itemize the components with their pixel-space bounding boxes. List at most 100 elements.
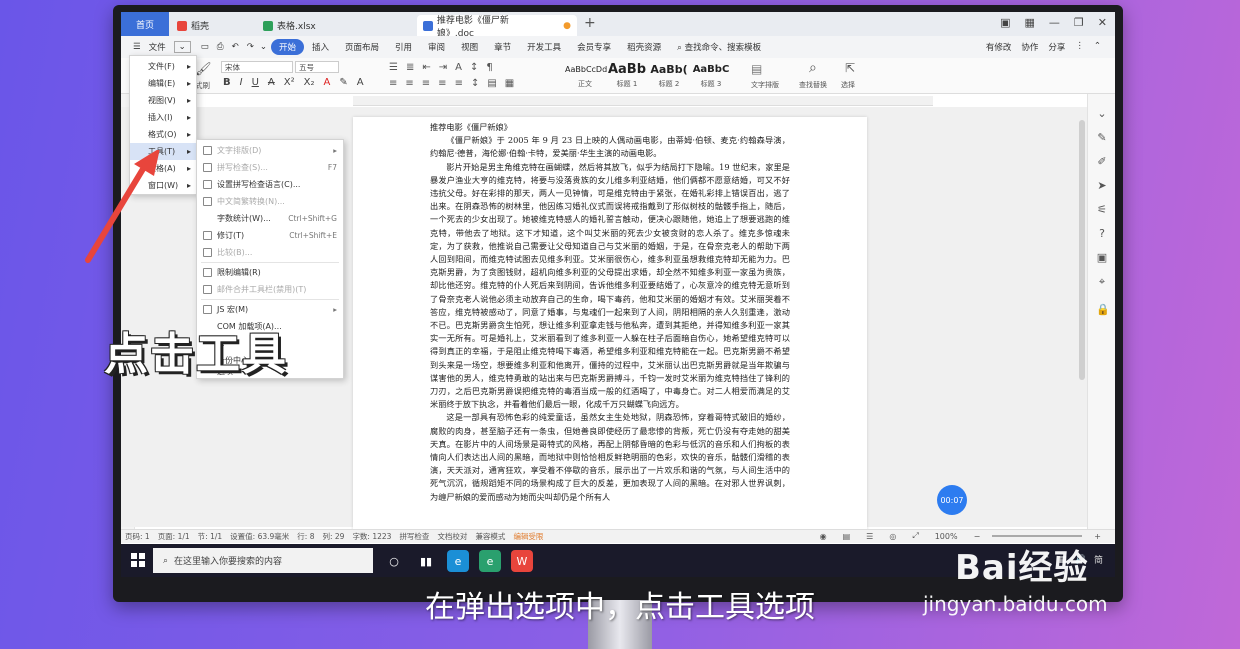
align-right-icon[interactable]: ≡ (422, 78, 430, 89)
tools-restrict-edit[interactable]: 限制编辑(R) (197, 264, 343, 281)
tools-spell-language[interactable]: 设置拼写检查语言(C)... (197, 176, 343, 193)
task-view-icon[interactable]: ○ (383, 550, 405, 572)
save-icon[interactable]: ▭ (197, 42, 213, 52)
indent-icon[interactable]: ⇥ (439, 62, 447, 73)
highlight-icon[interactable]: ✎ (339, 77, 347, 88)
menu-home[interactable]: 开始 (270, 39, 304, 55)
menu-view[interactable]: 视图 (453, 41, 486, 53)
zoom-in-icon[interactable]: + (1090, 532, 1105, 541)
text-layout-icon[interactable]: ▤ (751, 62, 762, 76)
menu-references[interactable]: 引用 (387, 41, 420, 53)
style-heading-3[interactable]: AaBbC 标题 3 (691, 61, 731, 91)
grid-icon[interactable]: ▦ (1025, 16, 1035, 29)
browser-icon[interactable]: e (447, 550, 469, 572)
select-cursor-icon[interactable]: ⇱ (845, 61, 855, 75)
menu-file[interactable]: 文件 (149, 41, 174, 53)
edge-icon[interactable]: e (479, 550, 501, 572)
modified-button[interactable]: 有修改 (986, 41, 1012, 53)
quick-access-more-icon[interactable]: ⌄ (258, 42, 271, 52)
tools-track-changes[interactable]: 修订(T) Ctrl+Shift+E (197, 227, 343, 244)
hamburger-icon[interactable]: ☰ (121, 42, 149, 52)
lock-icon[interactable]: 🔒 (1096, 304, 1110, 316)
tools-mail-merge[interactable]: 邮件合并工具栏(禁用)(T) (197, 281, 343, 298)
bullet-list-icon[interactable]: ☰ (389, 62, 398, 73)
outline-view-icon[interactable]: ☰ (862, 532, 877, 541)
status-proofread[interactable]: 文档校对 (433, 531, 471, 542)
find-replace-label[interactable]: 查找替换 (799, 80, 827, 90)
menu1-file[interactable]: 文件(F) ▸ (130, 58, 196, 75)
tools-text-layout[interactable]: 文字排版(D) ▸ (197, 142, 343, 159)
clear-format-icon[interactable]: A (357, 77, 364, 88)
show-marks-icon[interactable]: ¶ (486, 62, 492, 73)
select-label[interactable]: 选择 (841, 80, 855, 90)
tab-daoke[interactable]: 稻壳 (171, 15, 257, 36)
menu1-view[interactable]: 视图(V) ▸ (130, 92, 196, 109)
cursor-icon[interactable]: ➤ (1096, 180, 1108, 192)
share-button[interactable]: 分享 (1048, 41, 1065, 53)
tools-spell-check[interactable]: 拼写检查(S)... F7 (197, 159, 343, 176)
input-method[interactable]: 简 (1094, 553, 1103, 566)
tools-chinese-convert[interactable]: 中文简繁转换(N)... (197, 193, 343, 210)
collapse-ribbon-icon[interactable]: ⌃ (1094, 41, 1101, 53)
redo-icon[interactable]: ↷ (243, 42, 258, 52)
text-layout-label[interactable]: 文字排版 (751, 80, 779, 90)
command-search[interactable]: ⌕ 查找命令、搜索模板 (669, 41, 769, 53)
font-color-icon[interactable]: A (323, 77, 330, 88)
tab-spreadsheet[interactable]: 表格.xlsx (257, 15, 407, 36)
image-icon[interactable]: ▣ (1096, 252, 1108, 264)
status-word-count[interactable]: 字数: 1223 (348, 531, 395, 542)
layout-icon[interactable]: ▣ (1000, 16, 1010, 29)
status-edit-restricted[interactable]: 编辑受限 (509, 531, 547, 542)
chevron-down-icon[interactable]: ⌄ (173, 41, 191, 53)
menu-section[interactable]: 章节 (486, 41, 519, 53)
tools-word-count[interactable]: 字数统计(W)... Ctrl+Shift+G (197, 210, 343, 227)
format-painter-icon[interactable]: 🖌 (195, 62, 212, 77)
italic-icon[interactable]: I (240, 77, 243, 88)
more-icon[interactable]: ⋮ (1075, 41, 1084, 53)
new-tab-icon[interactable]: + (584, 15, 596, 31)
status-spell-check[interactable]: 拼写检查 (395, 531, 433, 542)
widgets-icon[interactable]: ▮▮ (415, 550, 437, 572)
minimize-icon[interactable]: — (1049, 16, 1060, 29)
style-brush-icon[interactable]: ✎ (1096, 132, 1108, 144)
find-replace-icon[interactable]: ⌕ (809, 60, 817, 76)
pen-icon[interactable]: ✐ (1096, 156, 1108, 168)
tools-compare[interactable]: 比较(B)... (197, 244, 343, 261)
style-heading-1[interactable]: AaBb 标题 1 (607, 61, 647, 91)
menu-daoke-resources[interactable]: 稻壳资源 (619, 41, 669, 53)
windows-start-icon[interactable] (131, 553, 145, 567)
undo-icon[interactable]: ↶ (228, 42, 243, 52)
web-view-icon[interactable]: ◎ (885, 532, 900, 541)
zoom-fit-icon[interactable]: ⤢ (908, 531, 922, 541)
document-page[interactable]: 推荐电影《僵尸新娘》 《僵尸新娘》于 2005 年 9 月 23 日上映的人偶动… (353, 117, 867, 537)
print-icon[interactable]: ⎙ (213, 42, 228, 52)
numbered-list-icon[interactable]: ≣ (406, 62, 414, 73)
outdent-icon[interactable]: ⇤ (422, 62, 430, 73)
style-normal[interactable]: AaBbCcDd 正文 (565, 61, 607, 91)
menu1-edit[interactable]: 编辑(E) ▸ (130, 75, 196, 92)
justify-icon[interactable]: ≡ (438, 78, 446, 89)
distribute-icon[interactable]: ≡ (455, 78, 463, 89)
strikethrough-icon[interactable]: A (268, 77, 275, 88)
collaborate-button[interactable]: 协作 (1021, 41, 1038, 53)
vertical-scrollbar[interactable] (1079, 120, 1085, 380)
wps-icon[interactable]: W (511, 550, 533, 572)
adjust-icon[interactable]: ⚟ (1096, 204, 1108, 216)
menu-developer[interactable]: 开发工具 (519, 41, 569, 53)
eye-protect-icon[interactable]: ◉ (816, 532, 831, 541)
bold-icon[interactable]: B (223, 77, 231, 88)
font-size-select[interactable]: 五号 (295, 61, 339, 73)
help-icon[interactable]: ? (1096, 228, 1108, 240)
align-left-icon[interactable]: ≡ (389, 78, 397, 89)
align-center-icon[interactable]: ≡ (405, 78, 413, 89)
font-name-select[interactable]: 宋体 (221, 61, 293, 73)
line-spacing-icon[interactable]: ↕ (471, 78, 479, 89)
border-icon[interactable]: ▦ (505, 78, 514, 89)
superscript-icon[interactable]: X² (284, 77, 295, 88)
menu-insert[interactable]: 插入 (304, 41, 337, 53)
page-view-icon[interactable]: ▤ (839, 532, 855, 541)
tab-home[interactable]: 首页 (121, 12, 169, 36)
zoom-slider[interactable] (992, 535, 1083, 537)
menu-review[interactable]: 审阅 (420, 41, 453, 53)
close-icon[interactable]: ✕ (1098, 16, 1107, 29)
